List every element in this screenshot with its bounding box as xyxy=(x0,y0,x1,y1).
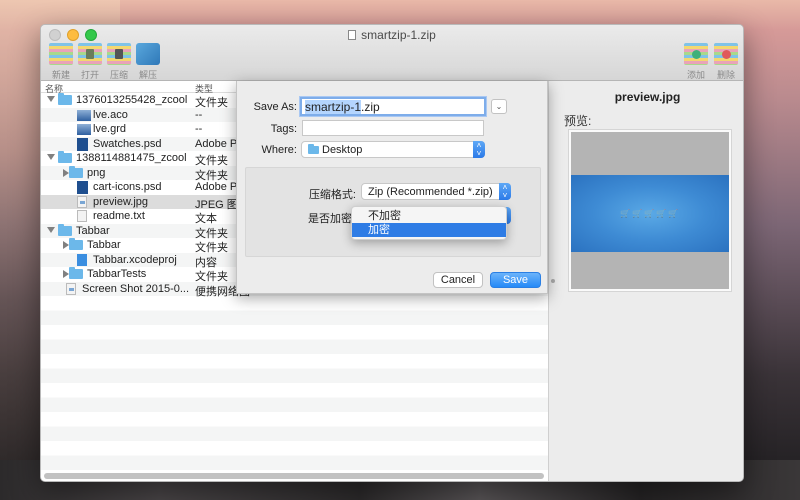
popup-stepper-icon: ˄˅ xyxy=(473,141,485,158)
disclosure-expanded-icon[interactable] xyxy=(47,226,55,233)
cancel-button[interactable]: Cancel xyxy=(433,272,483,288)
swatch-file-icon xyxy=(77,109,91,121)
toolbar-label: 添加 xyxy=(686,70,705,80)
add-file-icon xyxy=(684,43,708,65)
image-file-icon xyxy=(77,195,87,208)
format-popup[interactable]: Zip (Recommended *.zip) ˄ ˅ xyxy=(361,183,511,200)
row-name: Swatches.psd xyxy=(93,137,162,150)
row-name: preview.jpg xyxy=(93,195,149,208)
save-button[interactable]: Save xyxy=(490,272,541,288)
encrypt-dropdown-menu: 不加密 加密 xyxy=(351,206,507,240)
folder-icon xyxy=(308,144,319,154)
row-name: png xyxy=(87,166,106,179)
compress-icon xyxy=(107,43,131,65)
document-icon xyxy=(348,30,357,40)
toolbar-extract-button[interactable]: 解压 xyxy=(133,43,163,81)
disclosure-expanded-icon[interactable] xyxy=(47,96,55,102)
where-value: Desktop xyxy=(322,144,363,156)
toolbar-compress-button[interactable]: 压缩 xyxy=(104,43,134,81)
text-file-icon xyxy=(77,210,87,222)
new-archive-icon xyxy=(49,43,73,65)
folder-icon xyxy=(58,93,72,105)
delete-file-icon xyxy=(714,43,738,65)
cart-icons: 🛒🛒🛒🛒🛒 xyxy=(620,209,680,218)
toolbar-label: 打开 xyxy=(80,70,99,80)
split-view-handle[interactable] xyxy=(551,279,555,283)
chevron-down-icon: ⌄ xyxy=(495,102,503,111)
empty-rows xyxy=(41,296,548,476)
swatch-file-icon xyxy=(77,124,91,135)
row-type: Adobe Pl xyxy=(195,181,240,193)
disclosure-expanded-icon[interactable] xyxy=(47,154,55,160)
psd-file-icon xyxy=(77,137,88,151)
menu-item-no-encrypt[interactable]: 不加密 xyxy=(352,209,506,223)
row-name: cart-icons.psd xyxy=(93,181,162,193)
options-panel: 压缩格式: Zip (Recommended *.zip) ˄˅ 是否加密 ˄˅… xyxy=(245,167,541,257)
app-window: smartzip-1.zip 新建 打开 压缩 解压 添加 删除 名称 类型 1… xyxy=(40,24,744,482)
where-label: Where: xyxy=(261,144,297,156)
toolbar-label: 解压 xyxy=(138,70,157,80)
toolbar-new-button[interactable]: 新建 xyxy=(46,43,76,81)
popup-stepper-icon: ˄˅ xyxy=(499,183,511,200)
tags-field[interactable] xyxy=(302,120,484,136)
save-as-field[interactable]: smartzip-1.zip xyxy=(300,97,486,116)
row-type: Adobe Pl xyxy=(195,137,240,150)
open-archive-icon xyxy=(78,43,102,65)
preview-image-frame: 🛒🛒🛒🛒🛒 xyxy=(568,129,732,292)
psd-file-icon xyxy=(77,181,88,194)
save-as-selected-text: smartzip-1 xyxy=(305,100,362,114)
toolbar-delete-button[interactable]: 删除 xyxy=(711,43,741,81)
window-title: smartzip-1.zip xyxy=(41,28,743,42)
folder-icon xyxy=(69,238,83,250)
toolbar-label: 删除 xyxy=(716,70,735,80)
row-name: Screen Shot 2015-0... xyxy=(82,282,190,295)
image-file-icon xyxy=(66,282,76,295)
preview-label: 预览: xyxy=(564,114,592,128)
expand-dialog-button[interactable]: ⌄ xyxy=(491,99,507,114)
row-name: lve.aco xyxy=(93,108,128,121)
format-value: Zip (Recommended *.zip) xyxy=(368,186,493,198)
row-name: TabbarTests xyxy=(87,268,147,280)
toolbar-add-button[interactable]: 添加 xyxy=(681,43,711,81)
save-as-label: Save As: xyxy=(253,101,297,113)
folder-icon xyxy=(58,151,72,163)
toolbar-label: 新建 xyxy=(51,70,70,80)
row-name: lve.grd xyxy=(93,123,127,135)
save-dialog: Save As: smartzip-1.zip ⌄ Tags: Where: D… xyxy=(236,81,548,294)
row-name: 1376013255428_zcool xyxy=(76,94,188,106)
row-name: readme.txt xyxy=(93,210,145,222)
where-popup[interactable]: Desktop ˄ ˅ xyxy=(301,141,485,158)
row-type: -- xyxy=(195,108,203,121)
extract-icon xyxy=(136,43,160,65)
tags-label: Tags: xyxy=(270,123,297,135)
row-name: 1388114881475_zcool xyxy=(76,152,187,164)
titlebar: smartzip-1.zip 新建 打开 压缩 解压 添加 删除 xyxy=(41,25,743,81)
horizontal-scrollbar[interactable] xyxy=(44,473,544,479)
toolbar-open-button[interactable]: 打开 xyxy=(75,43,105,81)
folder-icon xyxy=(69,165,83,178)
preview-image-banner: 🛒🛒🛒🛒🛒 xyxy=(571,175,729,252)
row-name: Tabbar xyxy=(76,224,110,237)
format-label: 压缩格式: xyxy=(308,189,356,201)
preview-filename: preview.jpg xyxy=(614,90,681,104)
xcode-project-icon xyxy=(77,253,87,266)
folder-icon xyxy=(69,267,83,279)
window-title-text: smartzip-1.zip xyxy=(361,28,436,42)
toolbar-label: 压缩 xyxy=(109,70,128,80)
row-name: Tabbar.xcodeproj xyxy=(93,253,177,266)
preview-pane: preview.jpg 预览: 🛒🛒🛒🛒🛒 xyxy=(550,81,743,481)
preview-image: 🛒🛒🛒🛒🛒 xyxy=(571,132,729,289)
row-name: Tabbar xyxy=(87,239,121,251)
folder-icon xyxy=(58,223,72,236)
row-type: -- xyxy=(195,123,203,135)
menu-item-encrypt[interactable]: 加密 xyxy=(352,223,506,237)
encrypt-label: 是否加密 xyxy=(308,213,352,225)
save-as-extension: .zip xyxy=(361,100,380,114)
